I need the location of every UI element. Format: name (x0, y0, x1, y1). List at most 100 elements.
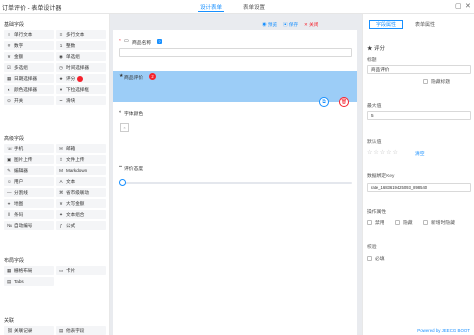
required-checkbox[interactable]: 必填 (367, 255, 385, 262)
widget-item[interactable]: ☏ 手机 (4, 144, 54, 153)
color-swatch[interactable]: × (120, 123, 129, 132)
tab-form-settings[interactable]: 表单设置 (243, 3, 265, 11)
widget-item[interactable]: ⊙ 开关 (4, 96, 54, 105)
widget-item[interactable]: ⛓ 关联记录 (4, 326, 54, 335)
widget-item[interactable]: ┅ 滑块 (56, 96, 106, 105)
widget-item[interactable]: ★ 评分 (56, 74, 106, 83)
widget-item[interactable]: ▤ Tabs (4, 277, 54, 286)
slider-track[interactable] (122, 182, 352, 184)
widget-item[interactable]: № 自动编号 (4, 221, 54, 230)
title-label: 标题 (367, 58, 377, 63)
widget-item[interactable]: ◐ 颜色选择器 (4, 85, 54, 94)
switch-icon: ⊙ (7, 97, 11, 103)
widget-item[interactable]: A 文本 (56, 177, 106, 186)
widget-item[interactable]: ⌖ 地图 (4, 199, 54, 208)
widget-item[interactable]: ✦ 文本组合 (56, 210, 106, 219)
form-item-font-color[interactable]: ◐ 字体颜色 × (113, 108, 357, 148)
slider-handle[interactable] (119, 179, 126, 186)
divider-icon: — (7, 190, 12, 195)
tab-field-properties[interactable]: 字段属性 (369, 20, 404, 29)
widget-group-title: 布局字段 (4, 258, 25, 264)
widget-item[interactable]: ☺ 用户 (4, 177, 54, 186)
title-input[interactable]: 商品评价 (367, 65, 471, 74)
max-value-input[interactable]: 5 (367, 111, 471, 120)
widget-label: 手机 (14, 145, 24, 151)
close-window-icon[interactable]: ✕ (465, 2, 471, 10)
color-picker-icon: ◐ (119, 110, 122, 115)
widget-item[interactable]: ⇪ 文件上传 (56, 155, 106, 164)
widget-label: 自动编号 (14, 222, 33, 228)
product-name-input[interactable] (119, 48, 352, 57)
hidden-checkbox[interactable]: 隐藏 (395, 219, 413, 226)
widget-label: 文本组合 (66, 211, 85, 217)
widget-label: 大写金额 (66, 200, 85, 206)
widget-item[interactable]: ✎ 编辑器 (4, 166, 54, 175)
form-item-attitude-slider[interactable]: ┅ 评价态度 (113, 163, 357, 193)
form-item-product-name[interactable]: * ▭ 商品名称 ? (113, 36, 357, 60)
default-rating-stars[interactable]: ☆☆☆☆☆ (367, 149, 399, 156)
slider-icon: ┅ (119, 165, 122, 170)
star-icon: ★ (59, 75, 64, 81)
required-mark: * (119, 39, 121, 44)
grid-icon: ▦ (7, 267, 12, 273)
widget-item[interactable]: ▦ 栅格布局 (4, 266, 54, 275)
widget-item[interactable]: ¥ 大写金额 (56, 199, 106, 208)
widget-label: 多选组 (14, 64, 28, 70)
tab-design-form[interactable]: 设计表单 (197, 3, 225, 12)
widget-item[interactable]: ≡ 多行文本 (56, 30, 106, 39)
integer-icon: 1 (59, 43, 63, 48)
widget-item[interactable]: M Markdown (56, 166, 106, 175)
delete-field-icon[interactable]: 🗑 (339, 97, 349, 107)
widget-item[interactable]: ¥ 金额 (4, 52, 54, 61)
copy-field-icon[interactable]: ⧉ (319, 97, 329, 107)
widget-item[interactable]: ☑ 多选组 (4, 63, 54, 72)
text-group-icon: ✦ (59, 211, 63, 217)
widget-item[interactable]: ▦ 日期选择器 (4, 74, 54, 83)
help-icon: ? (157, 39, 162, 44)
widget-label: 整数 (66, 42, 76, 48)
checkbox-icon: ☑ (7, 64, 12, 70)
widget-item[interactable]: ▣ 图片上传 (4, 155, 54, 164)
field-label: 商品评价 (124, 76, 144, 81)
properties-panel: 字段属性 表单属性 ★ 评分 标题 商品评价 隐藏标题 最大值 5 默认值 ☆☆… (362, 14, 474, 335)
close-button[interactable]: ✕ 关闭 (304, 22, 318, 28)
powered-by[interactable]: Powered by JEECG BOOT (417, 328, 470, 333)
editor-icon: ✎ (7, 167, 11, 173)
widget-item[interactable]: ▭ 卡片 (56, 266, 106, 275)
maximize-icon[interactable]: ▢ (455, 2, 462, 10)
widget-item[interactable]: ▾ 下拉选择框 (56, 85, 106, 94)
bind-key-label: 数据绑定Key (367, 174, 395, 179)
slider-icon: ┅ (59, 97, 63, 103)
clear-link[interactable]: 清空 (415, 150, 425, 157)
widget-label: 分割线 (14, 189, 28, 195)
formula-icon: ƒ (59, 223, 63, 228)
widget-item[interactable]: ◷ 时间选择器 (56, 63, 106, 72)
tab-form-properties[interactable]: 表单属性 (409, 20, 441, 29)
hide-on-create-checkbox[interactable]: 新增时隐藏 (423, 219, 455, 226)
widget-item[interactable]: — 分割线 (4, 188, 54, 197)
widget-item[interactable]: ⌘ 省市级联动 (56, 188, 106, 197)
widget-item[interactable]: ◉ 单选组 (56, 52, 106, 61)
uppercase-money-icon: ¥ (59, 201, 63, 206)
section-heading: ★ 评分 (367, 46, 386, 52)
widget-item[interactable]: ‖ 条码 (4, 210, 54, 219)
auto-number-icon: № (7, 223, 12, 228)
widget-item[interactable]: ƒ 公式 (56, 221, 106, 230)
textarea-icon: ≡ (59, 32, 63, 37)
widget-item[interactable]: # 数字 (4, 41, 54, 50)
widget-item[interactable]: I 单行文本 (4, 30, 54, 39)
text-a-icon: A (59, 179, 63, 184)
widget-item[interactable]: 1 整数 (56, 41, 106, 50)
bind-key-input[interactable]: rate_1683619425093_898540 (367, 183, 471, 192)
widget-label: 他表字段 (66, 327, 85, 333)
select-icon: ▾ (59, 86, 63, 92)
widget-group-title: 关联 (4, 318, 15, 324)
save-button[interactable]: ▣ 保存 (283, 22, 298, 28)
radio-icon: ◉ (59, 53, 64, 59)
widget-item[interactable]: ▤ 他表字段 (56, 326, 106, 335)
widget-item[interactable]: ✉ 邮箱 (56, 144, 106, 153)
disabled-checkbox[interactable]: 禁用 (367, 219, 385, 226)
hide-title-checkbox[interactable]: 隐藏标题 (423, 78, 450, 85)
preview-button[interactable]: ◉ 预览 (262, 22, 277, 28)
widget-label: 省市级联动 (66, 189, 89, 195)
